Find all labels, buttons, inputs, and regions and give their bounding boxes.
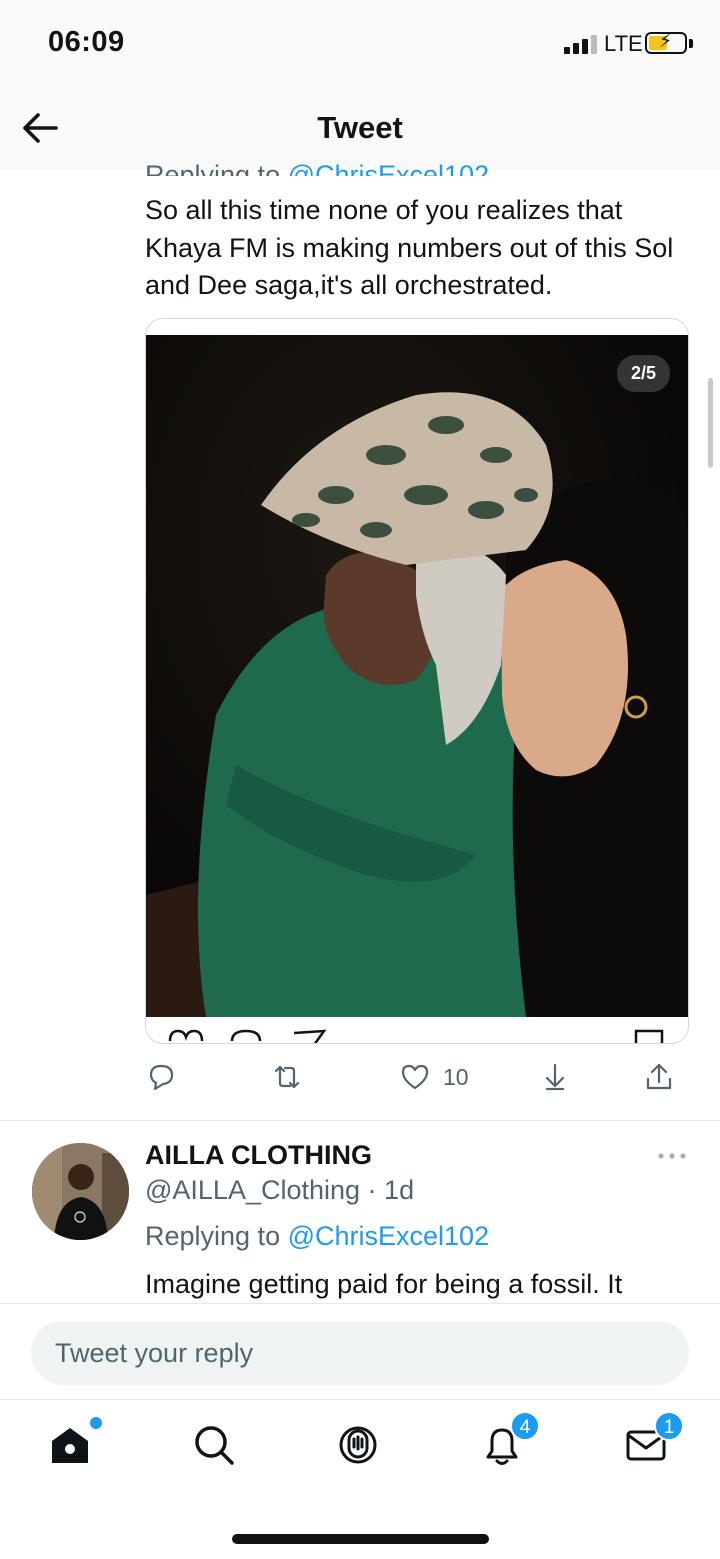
arrow-down-icon: [545, 1063, 565, 1091]
search-icon: [195, 1426, 234, 1465]
battery-tip: [689, 39, 693, 48]
share-icon: [646, 1063, 672, 1090]
reply-icon: [149, 1064, 174, 1091]
replying-handle-link[interactable]: @ChrisExcel102: [288, 160, 490, 176]
retweet-icon: [274, 1065, 300, 1089]
reply-text: Imagine getting paid for being a fossil.…: [145, 1269, 623, 1299]
tweet-replying-to: Replying to @ChrisExcel102: [145, 150, 489, 176]
notifications-badge: 4: [510, 1411, 540, 1441]
reply-author-name[interactable]: AILLA CLOTHING: [145, 1140, 372, 1171]
tab-home[interactable]: [48, 1417, 102, 1471]
page-title: Tweet: [317, 110, 403, 145]
replying-label: Replying to: [145, 160, 281, 176]
status-bar: 06:09 LTE ⚡: [0, 0, 720, 88]
reply-replying-to: Replying to @ChrisExcel102: [145, 1221, 489, 1252]
signal-icon: [564, 34, 598, 54]
tab-spaces[interactable]: [336, 1423, 384, 1471]
share-button[interactable]: [643, 1058, 675, 1096]
divider: [0, 1120, 720, 1121]
like-button[interactable]: 10: [399, 1058, 469, 1096]
reply-author-handle[interactable]: @AILLA_Clothing: [145, 1175, 360, 1205]
spaces-icon: [339, 1426, 377, 1464]
card-action-row: [146, 1017, 688, 1043]
status-time: 06:09: [48, 26, 125, 58]
tab-messages[interactable]: 1: [624, 1411, 684, 1471]
more-icon: [658, 1153, 686, 1159]
tweet-text: So all this time none of you realizes th…: [145, 195, 674, 300]
home-notification-dot: [90, 1417, 102, 1429]
messages-badge: 1: [654, 1411, 684, 1441]
reply-replying-handle-link[interactable]: @ChrisExcel102: [288, 1221, 490, 1251]
reply-input[interactable]: [31, 1321, 689, 1385]
scroll-indicator[interactable]: [708, 378, 713, 468]
save-button[interactable]: [539, 1058, 571, 1096]
more-options-button[interactable]: [656, 1148, 688, 1164]
reply-composer: [0, 1303, 720, 1400]
media-counter-badge: 2/5: [616, 355, 670, 392]
tweet-photo[interactable]: 2/5: [146, 335, 688, 1017]
tab-notifications[interactable]: 4: [480, 1411, 540, 1471]
retweet-button[interactable]: [271, 1058, 303, 1096]
avatar[interactable]: [32, 1143, 129, 1240]
reply-button[interactable]: [145, 1058, 177, 1096]
heart-icon: [401, 1064, 429, 1090]
network-label: LTE: [604, 31, 643, 56]
like-count: 10: [443, 1063, 469, 1090]
reply-author-meta: @AILLA_Clothing · 1d: [145, 1175, 414, 1206]
quoted-media-card[interactable]: 2/5: [145, 318, 689, 1044]
reply-time: · 1d: [367, 1175, 415, 1205]
photo-image: [146, 335, 688, 1017]
tweet-actions: 10: [145, 1058, 690, 1098]
home-indicator[interactable]: [232, 1534, 489, 1544]
tab-search[interactable]: [192, 1423, 240, 1471]
battery-icon: ⚡: [645, 31, 687, 54]
home-icon: [52, 1428, 88, 1463]
reply-replying-label: Replying to: [145, 1221, 281, 1251]
